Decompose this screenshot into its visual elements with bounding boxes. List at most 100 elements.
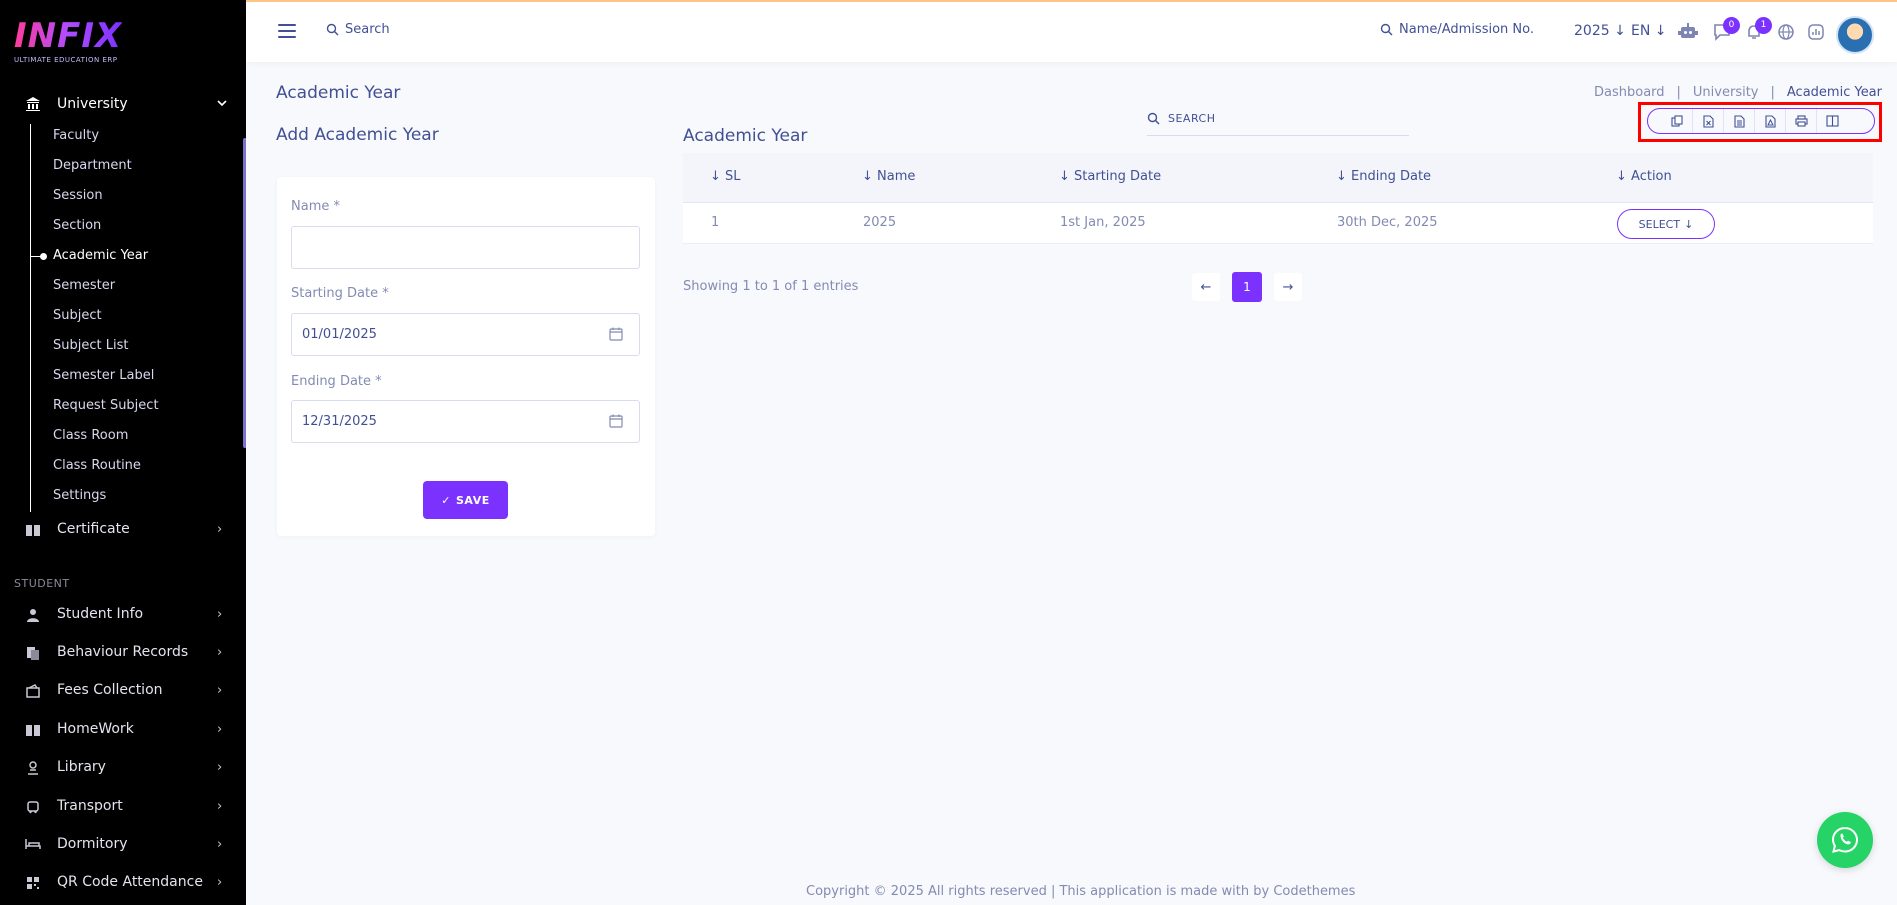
previous-page-button[interactable]: ← <box>1192 273 1220 301</box>
year-selector[interactable]: 2025 ↓ <box>1574 23 1626 39</box>
sidebar-item-fees-collection[interactable]: Fees Collection › <box>0 680 243 704</box>
name-label: Name * <box>291 199 340 214</box>
sidebar-item-settings[interactable]: Settings <box>53 486 106 506</box>
sidebar-item-label: Student Info <box>57 606 144 622</box>
sidebar-item-university[interactable]: University <box>0 92 243 116</box>
logo-tagline: ULTIMATE EDUCATION ERP <box>14 56 118 64</box>
column-header-ending-date[interactable]: ↓ Ending Date <box>1336 169 1431 184</box>
starting-date-value: 01/01/2025 <box>302 327 377 342</box>
column-header-starting-date[interactable]: ↓ Starting Date <box>1059 169 1161 184</box>
breadcrumb: Dashboard | University | Academic Year <box>1594 85 1882 100</box>
chat-icon[interactable]: 0 <box>1712 17 1740 43</box>
robot-icon[interactable] <box>1678 23 1698 43</box>
export-button-group <box>1647 108 1875 134</box>
breadcrumb-separator: | <box>1676 85 1681 100</box>
sidebar-item-subject[interactable]: Subject <box>53 306 102 326</box>
pdf-button[interactable] <box>1755 109 1786 133</box>
student-search[interactable]: Name/Admission No. <box>1380 22 1534 37</box>
page-1-button[interactable]: 1 <box>1232 272 1262 302</box>
save-button[interactable]: ✓ SAVE <box>423 481 508 519</box>
sidebar-item-section[interactable]: Section <box>53 216 101 236</box>
print-button[interactable] <box>1786 109 1817 133</box>
ending-date-input[interactable]: 12/31/2025 <box>291 400 640 443</box>
sidebar-item-subject-list[interactable]: Subject List <box>53 336 128 356</box>
sidebar-item-faculty[interactable]: Faculty <box>53 126 99 146</box>
menu-toggle-icon[interactable] <box>278 24 296 38</box>
calendar-icon[interactable] <box>609 327 623 341</box>
copy-button[interactable] <box>1662 109 1693 133</box>
ending-date-value: 12/31/2025 <box>302 414 377 429</box>
cell-sl: 1 <box>711 215 720 230</box>
sidebar-item-homework[interactable]: HomeWork › <box>0 719 243 743</box>
cell-ending-date: 30th Dec, 2025 <box>1337 215 1438 230</box>
column-header-name[interactable]: ↓ Name <box>862 169 915 184</box>
name-input[interactable] <box>291 226 640 269</box>
table-title: Academic Year <box>683 126 808 146</box>
cell-name: 2025 <box>863 215 897 230</box>
analytics-icon[interactable] <box>1806 23 1826 43</box>
sidebar-item-behaviour-records[interactable]: Behaviour Records › <box>0 642 243 666</box>
book-icon <box>25 723 41 739</box>
column-header-action[interactable]: ↓ Action <box>1616 169 1672 184</box>
chevron-right-icon: › <box>217 722 223 737</box>
sidebar-item-request-subject[interactable]: Request Subject <box>53 396 159 416</box>
starting-date-label: Starting Date * <box>291 286 389 301</box>
whatsapp-button[interactable] <box>1817 812 1873 868</box>
sidebar-item-student-info[interactable]: Student Info › <box>0 604 243 628</box>
check-icon: ✓ <box>441 493 451 507</box>
language-selector[interactable]: EN ↓ <box>1631 23 1667 39</box>
table-search-placeholder: SEARCH <box>1168 112 1216 125</box>
logo[interactable]: INFIX ULTIMATE EDUCATION ERP <box>14 18 122 64</box>
sidebar-item-session[interactable]: Session <box>53 186 103 206</box>
calendar-icon[interactable] <box>609 414 623 428</box>
arrow-down-icon: ↓ <box>1654 23 1667 39</box>
sidebar-item-class-routine[interactable]: Class Routine <box>53 456 141 476</box>
globe-icon[interactable] <box>1776 23 1796 43</box>
table-search-input[interactable]: SEARCH <box>1147 102 1409 136</box>
bed-icon <box>25 838 41 854</box>
sidebar-item-label: University <box>57 96 128 112</box>
sidebar-scrollbar[interactable] <box>243 138 246 448</box>
column-visibility-button[interactable] <box>1817 109 1848 133</box>
chevron-right-icon: › <box>217 607 223 622</box>
header-search[interactable]: Search <box>326 22 390 37</box>
csv-button[interactable] <box>1724 109 1755 133</box>
search-icon <box>1147 112 1160 125</box>
whatsapp-icon <box>1831 826 1859 853</box>
form-title: Add Academic Year <box>276 125 439 145</box>
breadcrumb-dashboard[interactable]: Dashboard <box>1594 85 1665 100</box>
sidebar-item-certificate[interactable]: Certificate › <box>0 519 243 543</box>
column-label: Name <box>877 169 916 184</box>
column-header-sl[interactable]: ↓ SL <box>710 169 741 184</box>
sidebar-item-class-room[interactable]: Class Room <box>53 426 128 446</box>
sidebar-item-label: Transport <box>57 798 123 814</box>
next-page-button[interactable]: → <box>1274 273 1302 301</box>
sidebar-item-label: Behaviour Records <box>57 644 189 660</box>
column-label: Ending Date <box>1351 169 1432 184</box>
breadcrumb-university[interactable]: University <box>1693 85 1759 100</box>
arrow-down-icon: ↓ <box>1684 217 1694 231</box>
sidebar-item-dormitory[interactable]: Dormitory › <box>0 834 243 858</box>
bell-icon[interactable]: 1 <box>1744 17 1772 43</box>
chevron-right-icon: › <box>217 522 223 537</box>
column-label: Starting Date <box>1074 169 1162 184</box>
starting-date-input[interactable]: 01/01/2025 <box>291 313 640 356</box>
sidebar-item-library[interactable]: Library › <box>0 757 243 781</box>
sidebar-item-academic-year[interactable]: Academic Year <box>53 246 148 266</box>
print-icon <box>1794 115 1808 127</box>
copy-icon <box>1671 115 1683 127</box>
sidebar-item-qr-code-attendance[interactable]: QR Code Attendance › <box>0 872 243 896</box>
student-search-text: Name/Admission No. <box>1399 22 1534 37</box>
sidebar-item-semester[interactable]: Semester <box>53 276 115 296</box>
excel-button[interactable] <box>1693 109 1724 133</box>
select-action-button[interactable]: SELECT ↓ <box>1617 209 1715 239</box>
user-avatar[interactable] <box>1836 16 1874 54</box>
breadcrumb-separator: | <box>1770 85 1775 100</box>
footer-copyright: Copyright © 2025 All rights reserved | T… <box>806 884 1356 899</box>
sidebar-item-label: Library <box>57 759 106 775</box>
chevron-right-icon: › <box>217 837 223 852</box>
sidebar-item-semester-label[interactable]: Semester Label <box>53 366 154 386</box>
sidebar-item-transport[interactable]: Transport › <box>0 796 243 820</box>
logo-text: INFIX <box>14 16 123 56</box>
sidebar-item-department[interactable]: Department <box>53 156 132 176</box>
